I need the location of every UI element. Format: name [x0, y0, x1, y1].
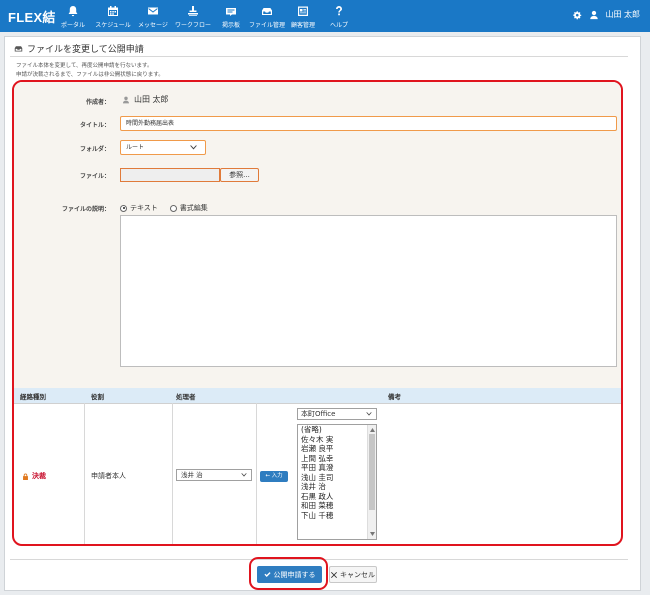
workflow-icon — [188, 6, 198, 16]
author-label: 作成者： — [85, 99, 110, 106]
column-divider — [256, 403, 257, 544]
candidate-listbox[interactable]: (省略) 佐々木 実 岩瀬 良平 上間 弘幸 平田 真澄 浅山 圭司 浅井 治 … — [297, 424, 377, 540]
nav-label: ファイル管理 — [249, 22, 286, 29]
list-item[interactable]: 下山 千穂 — [298, 511, 376, 521]
chevron-down-icon — [190, 145, 197, 150]
close-icon — [331, 571, 337, 578]
help-icon — [336, 6, 342, 16]
list-item[interactable]: 佐々木 実 — [298, 435, 376, 445]
column-divider — [172, 403, 173, 544]
description-textarea[interactable] — [120, 215, 617, 367]
user-menu[interactable]: 山田 太郎 — [573, 9, 640, 20]
nav-label: 顧客管理 — [290, 22, 315, 29]
form-area: 作成者： 山田 太郎 タイトル： 時間外勤務届出表 フォルダ： ルート ファイル… — [12, 80, 623, 546]
calendar-icon — [108, 6, 118, 16]
list-item[interactable]: 平田 真澄 — [298, 463, 376, 473]
route-table-header — [14, 388, 621, 403]
bell-icon — [68, 6, 78, 17]
role-value: 申請者本人 — [91, 472, 126, 480]
nav-customer[interactable]: 顧客管理 — [285, 0, 321, 32]
customer-icon — [298, 6, 308, 16]
author-name: 山田 太郎 — [134, 95, 169, 104]
nav-label: ワークフロー — [174, 22, 211, 29]
nav-help[interactable]: ヘルプ — [321, 0, 357, 32]
header-route-type: 経路種別 — [20, 393, 46, 401]
title-label: タイトル： — [79, 122, 110, 129]
cancel-button[interactable]: キャンセル — [329, 566, 377, 583]
radio-rich-edit[interactable] — [169, 204, 177, 212]
nav-board[interactable]: 掲示板 — [213, 0, 249, 32]
scroll-up-icon[interactable] — [370, 428, 375, 432]
handler-value: 浅井 治 — [181, 471, 203, 479]
user-icon — [590, 10, 599, 19]
title-input[interactable]: 時間外勤務届出表 — [120, 116, 617, 131]
nav-file-management[interactable]: ファイル管理 — [249, 0, 285, 32]
header-note: 備考 — [388, 393, 401, 401]
nav-workflow[interactable]: ワークフロー — [173, 0, 213, 32]
mail-icon — [148, 7, 158, 15]
list-item[interactable]: 石黒 政人 — [298, 492, 376, 502]
top-bar: FLEX結 ポータル スケジュール メッセージ ワークフロー 掲示板 ファイル管… — [0, 0, 650, 32]
brand-logo[interactable]: FLEX結 — [8, 7, 56, 26]
nav-message[interactable]: メッセージ — [133, 0, 173, 32]
scrollbar-thumb[interactable] — [369, 434, 375, 510]
chevron-down-icon — [241, 473, 247, 477]
nav-portal[interactable]: ポータル — [53, 0, 93, 32]
listbox-scrollbar[interactable] — [367, 425, 376, 539]
folder-icon — [262, 8, 272, 15]
file-path-field[interactable] — [120, 168, 220, 182]
description-format-radios: テキスト 書式編集 — [120, 203, 208, 213]
submit-button-label: 公開申請する — [273, 570, 316, 579]
title-divider — [10, 56, 628, 57]
folder-icon — [14, 46, 23, 52]
board-icon — [226, 8, 236, 16]
cancel-button-label: キャンセル — [340, 570, 375, 579]
radio-rich-label: 書式編集 — [179, 204, 208, 212]
nav-schedule[interactable]: スケジュール — [93, 0, 133, 32]
office-value: 本町Office — [301, 410, 336, 418]
header-handler: 処理者 — [176, 393, 196, 401]
radio-text-label: テキスト — [130, 204, 158, 212]
list-item[interactable]: 和田 菜穂 — [298, 501, 376, 511]
main-nav: ポータル スケジュール メッセージ ワークフロー 掲示板 ファイル管理 顧客管理 — [53, 0, 357, 32]
page-title-text: ファイルを変更して公開申請 — [27, 45, 144, 55]
input-button[interactable]: ← 入力 — [260, 471, 288, 482]
input-button-label: 入力 — [271, 473, 283, 479]
nav-label: メッセージ — [138, 22, 168, 29]
list-item[interactable]: 浅山 圭司 — [298, 473, 376, 483]
nav-label: 掲示板 — [221, 22, 240, 29]
file-label: ファイル： — [79, 173, 110, 180]
office-select[interactable]: 本町Office — [297, 408, 377, 420]
handler-select[interactable]: 浅井 治 — [176, 469, 252, 481]
route-type-label: 決裁 — [32, 472, 46, 480]
user-name: 山田 太郎 — [605, 10, 640, 19]
folder-value: ルート — [126, 144, 145, 151]
page-description-1: ファイル本体を変更して、再度公開申請を行ないます。 — [16, 63, 153, 69]
folder-select[interactable]: ルート — [120, 140, 206, 155]
lock-icon — [23, 472, 28, 480]
list-item[interactable]: 岩瀬 良平 — [298, 444, 376, 454]
gears-icon[interactable] — [573, 10, 583, 20]
browse-button[interactable]: 参照... — [220, 168, 259, 182]
nav-label: スケジュール — [95, 22, 131, 29]
header-role: 役割 — [91, 393, 104, 401]
scroll-down-icon[interactable] — [370, 532, 375, 536]
column-divider — [84, 403, 85, 544]
submit-button[interactable]: 公開申請する — [257, 566, 322, 583]
nav-label: ポータル — [60, 22, 85, 29]
folder-label: フォルダ： — [79, 146, 110, 153]
route-type: 決裁 — [22, 471, 46, 481]
user-icon — [123, 96, 129, 103]
list-item[interactable]: (省略) — [298, 425, 376, 435]
author: 山田 太郎 — [122, 94, 169, 105]
chevron-down-icon — [366, 412, 372, 416]
page-title: ファイルを変更して公開申請 — [14, 42, 144, 55]
radio-text[interactable] — [120, 204, 127, 212]
list-item[interactable]: 浅井 治 — [298, 482, 376, 492]
check-icon — [263, 572, 271, 577]
list-item[interactable]: 上間 弘幸 — [298, 454, 376, 464]
nav-label: ヘルプ — [329, 22, 348, 29]
description-label: ファイルの説明： — [61, 206, 110, 213]
page-description-2: 申請が決裁されるまで、ファイルは非公開状態に戻ります。 — [16, 72, 164, 78]
